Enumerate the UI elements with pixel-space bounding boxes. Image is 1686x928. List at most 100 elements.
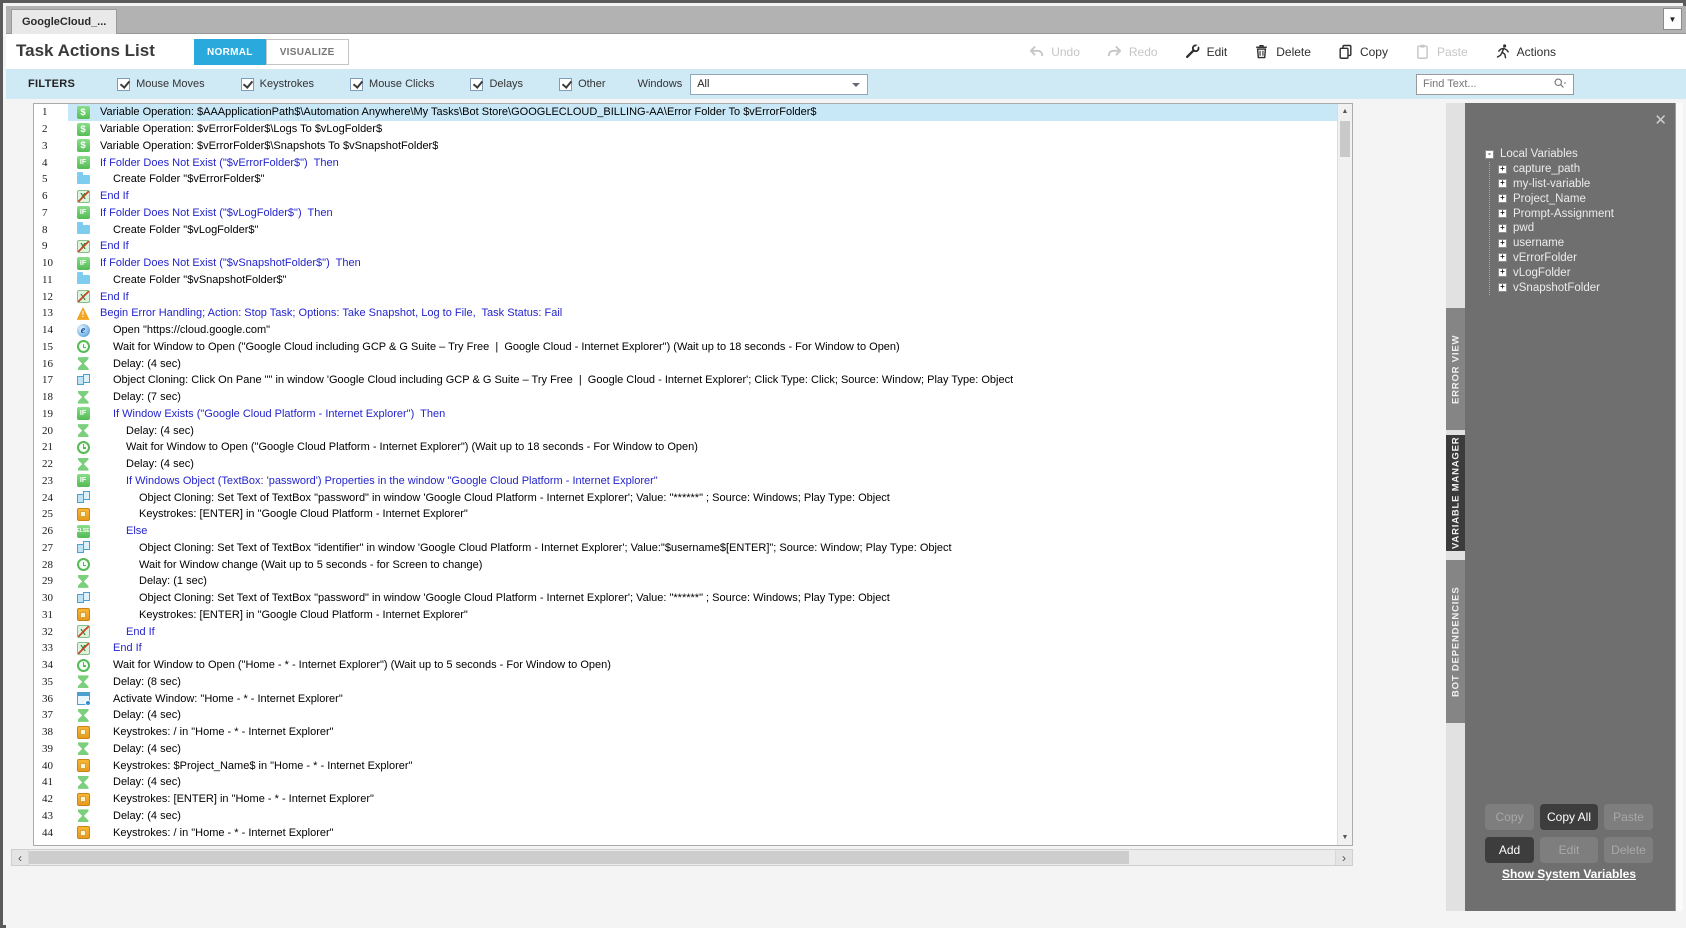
variable-item[interactable]: + pwd xyxy=(1498,221,1614,236)
action-row[interactable]: 15 Wait for Window to Open ("Google Cloud… xyxy=(34,339,1337,356)
variable-item[interactable]: + vLogFolder xyxy=(1498,265,1614,280)
action-row[interactable]: 14 e Open "https://cloud.google.com" xyxy=(34,322,1337,339)
action-row[interactable]: 3 $ Variable Operation: $vErrorFolder$\Sna… xyxy=(34,138,1337,155)
action-row[interactable]: 23 IF If Windows Object (TextBox: 'passwor… xyxy=(34,473,1337,490)
expand-icon[interactable]: + xyxy=(1498,253,1507,263)
filter-mouse-clicks[interactable]: Mouse Clicks xyxy=(350,77,434,91)
action-row[interactable]: 27 Object Cloning: Set Text of TextBox "i… xyxy=(34,540,1337,557)
action-row[interactable]: 20 Delay: (4 sec) xyxy=(34,422,1337,439)
variable-item[interactable]: + capture_path xyxy=(1498,162,1614,177)
variable-item[interactable]: + Project_Name xyxy=(1498,191,1614,206)
actions-button[interactable]: Actions xyxy=(1494,43,1556,60)
action-row[interactable]: 10 IF If Folder Does Not Exist ("$vSnapsho… xyxy=(34,255,1337,272)
action-row[interactable]: 41 Delay: (4 sec) xyxy=(34,774,1337,791)
action-row[interactable]: 42 Keystrokes: [ENTER] in "Home - * - Int… xyxy=(34,791,1337,808)
action-row[interactable]: 35 Delay: (8 sec) xyxy=(34,674,1337,691)
action-row[interactable]: 12 X End If xyxy=(34,288,1337,305)
edit-button[interactable]: Edit xyxy=(1540,837,1598,863)
horizontal-scroll-thumb[interactable] xyxy=(29,851,1129,864)
side-tab-error-view[interactable]: ERROR VIEW xyxy=(1446,308,1466,430)
action-row[interactable]: 32 X End If xyxy=(34,623,1337,640)
paste-button[interactable]: Paste xyxy=(1414,43,1468,60)
find-text-input[interactable] xyxy=(1417,78,1547,90)
close-icon[interactable]: ✕ xyxy=(1654,111,1667,129)
expand-icon[interactable]: + xyxy=(1498,268,1507,278)
add-button[interactable]: Add xyxy=(1485,837,1534,863)
action-row[interactable]: 36 Activate Window: "Home - * - Internet … xyxy=(34,690,1337,707)
copy-all-button[interactable]: Copy All xyxy=(1540,804,1598,830)
variable-item[interactable]: + my-list-variable xyxy=(1498,177,1614,192)
scroll-down-icon[interactable]: ▼ xyxy=(1338,830,1352,845)
action-row[interactable]: 25 Keystrokes: [ENTER] in "Google Cloud P… xyxy=(34,506,1337,523)
expand-icon[interactable]: + xyxy=(1498,164,1507,174)
action-row[interactable]: 6 X End If xyxy=(34,188,1337,205)
expand-icon[interactable]: + xyxy=(1498,209,1507,219)
expand-icon[interactable]: + xyxy=(1498,238,1507,248)
action-row[interactable]: 43 Delay: (4 sec) xyxy=(34,808,1337,825)
variable-item[interactable]: + Prompt-Assignment xyxy=(1498,206,1614,221)
action-row[interactable]: 38 Keystrokes: / in "Home - * - Internet … xyxy=(34,724,1337,741)
undo-button[interactable]: Undo xyxy=(1028,43,1080,60)
checkbox-checked-icon[interactable] xyxy=(117,77,131,91)
action-row[interactable]: 8 Create Folder "$vLogFolder$" xyxy=(34,221,1337,238)
filter-mouse-moves[interactable]: Mouse Moves xyxy=(117,77,205,91)
action-row[interactable]: 16 Delay: (4 sec) xyxy=(34,355,1337,372)
paste-button[interactable]: Paste xyxy=(1604,804,1653,830)
action-row[interactable]: 26 ELSE Else xyxy=(34,523,1337,540)
checkbox-checked-icon[interactable] xyxy=(559,77,573,91)
action-row[interactable]: 39 Delay: (4 sec) xyxy=(34,741,1337,758)
action-row[interactable]: 11 Create Folder "$vSnapshotFolder$" xyxy=(34,272,1337,289)
action-row[interactable]: 2 $ Variable Operation: $vErrorFolder$\Log… xyxy=(34,121,1337,138)
variable-item[interactable]: + vSnapshotFolder xyxy=(1498,280,1614,295)
action-row[interactable]: 18 Delay: (7 sec) xyxy=(34,389,1337,406)
side-tab-variable-manager[interactable]: VARIABLE MANAGER xyxy=(1446,435,1466,551)
collapse-icon[interactable]: - xyxy=(1485,149,1494,159)
checkbox-checked-icon[interactable] xyxy=(470,77,484,91)
action-row[interactable]: 37 Delay: (4 sec) xyxy=(34,707,1337,724)
panel-scrollbar[interactable] xyxy=(1675,103,1683,911)
expand-icon[interactable]: + xyxy=(1498,223,1507,233)
checkbox-checked-icon[interactable] xyxy=(350,77,364,91)
windows-select[interactable]: All xyxy=(690,73,869,95)
action-row[interactable]: 9 X End If xyxy=(34,238,1337,255)
horizontal-scrollbar[interactable]: ‹ › xyxy=(11,849,1353,866)
scroll-up-icon[interactable]: ▲ xyxy=(1338,104,1352,119)
action-row[interactable]: 30 Object Cloning: Set Text of TextBox "p… xyxy=(34,590,1337,607)
copy-button[interactable]: Copy xyxy=(1485,804,1534,830)
edit-button[interactable]: Edit xyxy=(1184,43,1227,60)
action-row[interactable]: 34 Wait for Window to Open ("Home - * - I… xyxy=(34,657,1337,674)
tree-root[interactable]: - Local Variables xyxy=(1485,147,1614,162)
filter-other[interactable]: Other xyxy=(559,77,606,91)
copy-button[interactable]: Copy xyxy=(1337,43,1388,60)
action-row[interactable]: 19 IF If Window Exists ("Google Cloud Plat… xyxy=(34,406,1337,423)
show-system-variables-link[interactable]: Show System Variables xyxy=(1485,867,1653,881)
vertical-scroll-thumb[interactable] xyxy=(1340,121,1350,157)
variable-item[interactable]: + username xyxy=(1498,236,1614,251)
filter-delays[interactable]: Delays xyxy=(470,77,523,91)
filter-keystrokes[interactable]: Keystrokes xyxy=(240,77,314,91)
vertical-scrollbar[interactable]: ▲ ▼ xyxy=(1337,104,1352,845)
document-tab[interactable]: GoogleCloud_... xyxy=(11,9,117,34)
view-mode-normal[interactable]: NORMAL xyxy=(194,39,266,65)
action-row[interactable]: 13! Begin Error Handling; Action: Stop Ta… xyxy=(34,305,1337,322)
action-row[interactable]: 29 Delay: (1 sec) xyxy=(34,573,1337,590)
checkbox-checked-icon[interactable] xyxy=(240,77,254,91)
redo-button[interactable]: Redo xyxy=(1106,43,1158,60)
action-row[interactable]: 40 Keystrokes: $Project_Name$ in "Home - … xyxy=(34,757,1337,774)
action-row[interactable]: 1 $ Variable Operation: $AAApplicationPath… xyxy=(34,104,1337,121)
action-row[interactable]: 28 Wait for Window change (Wait up to 5 s… xyxy=(34,556,1337,573)
action-row[interactable]: 33 X End If xyxy=(34,640,1337,657)
action-row[interactable]: 21 Wait for Window to Open ("Google Cloud… xyxy=(34,439,1337,456)
scroll-right-icon[interactable]: › xyxy=(1335,850,1352,865)
action-row[interactable]: 7 IF If Folder Does Not Exist ("$vLogFolde… xyxy=(34,205,1337,222)
action-row[interactable]: 4 IF If Folder Does Not Exist ("$vErrorFol… xyxy=(34,154,1337,171)
action-row[interactable]: 5 Create Folder "$vErrorFolder$" xyxy=(34,171,1337,188)
delete-button[interactable]: Delete xyxy=(1253,43,1311,60)
variable-item[interactable]: + vErrorFolder xyxy=(1498,251,1614,266)
expand-icon[interactable]: + xyxy=(1498,283,1507,293)
expand-icon[interactable]: + xyxy=(1498,179,1507,189)
side-tab-bot-dependencies[interactable]: BOT DEPENDENCIES xyxy=(1446,560,1466,723)
expand-icon[interactable]: + xyxy=(1498,194,1507,204)
action-row[interactable]: 31 Keystrokes: [ENTER] in "Google Cloud P… xyxy=(34,607,1337,624)
action-row[interactable]: 17 Object Cloning: Click On Pane "" in wi… xyxy=(34,372,1337,389)
